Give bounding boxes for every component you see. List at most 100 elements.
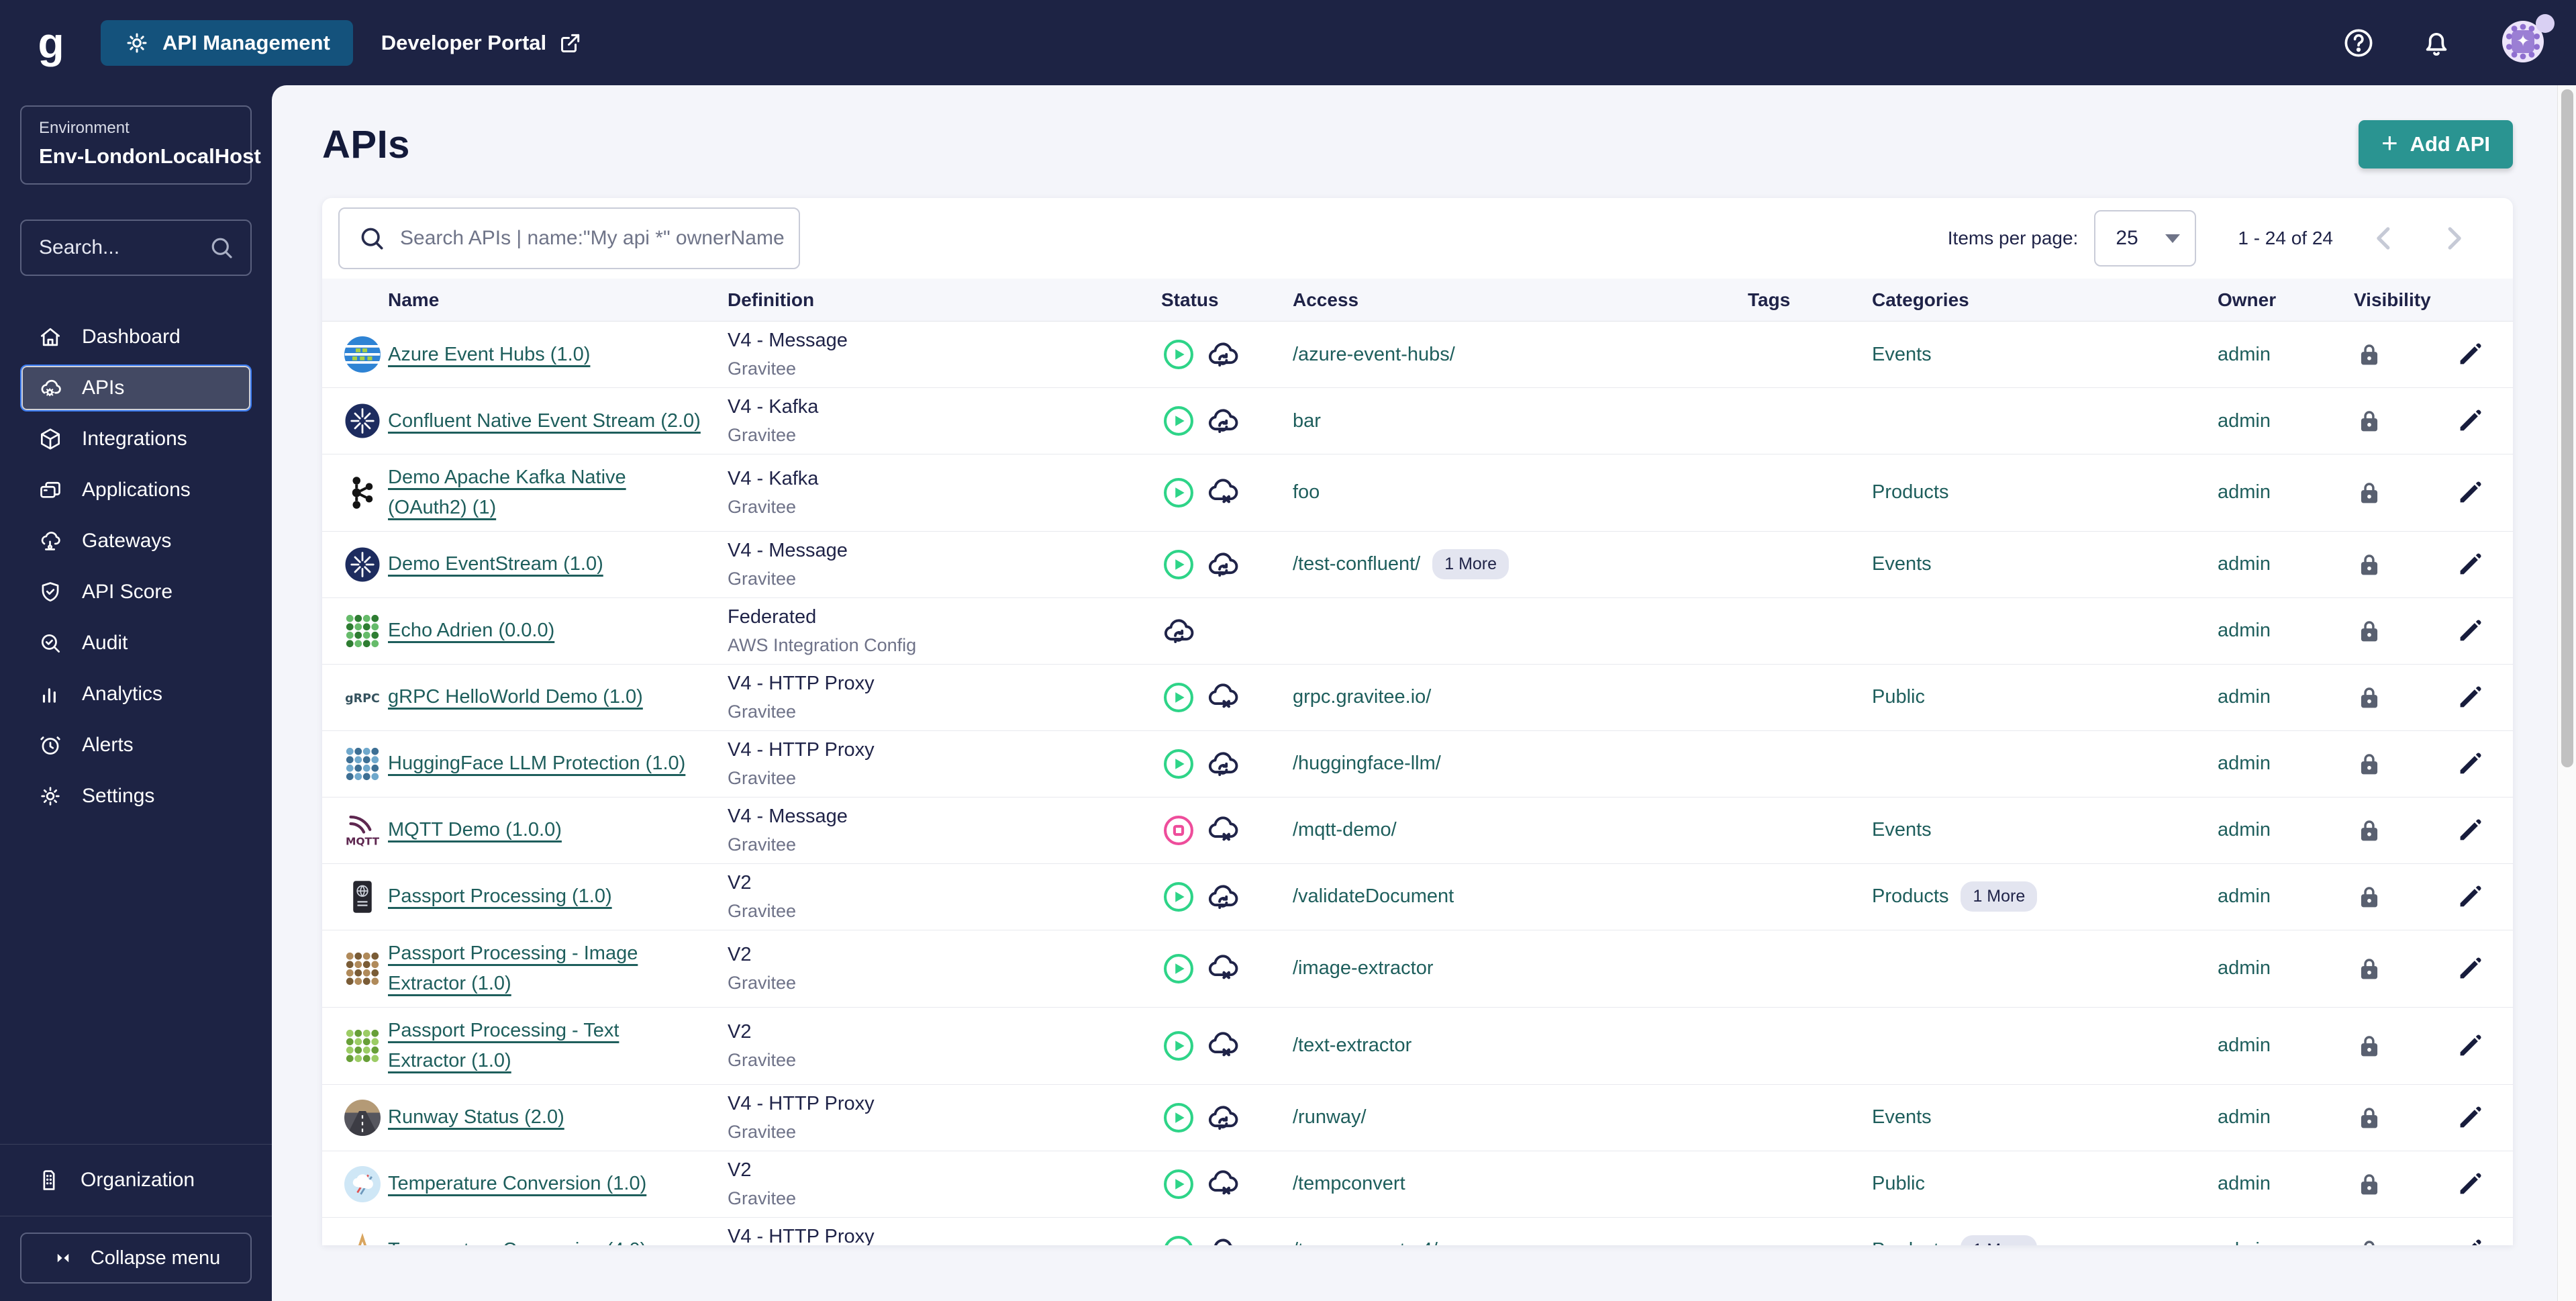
access-path: /image-extractor	[1293, 957, 1434, 979]
categories-more-badge: 1 More	[1961, 1235, 2038, 1245]
image-extractor-logo	[342, 949, 383, 989]
api-name-link[interactable]: Temperature Conversion (1.0)	[388, 1169, 673, 1199]
api-table-row[interactable]: Echo Adrien (0.0.0) Federated AWS Integrat…	[322, 597, 2513, 665]
sidebar-item-alerts[interactable]: Alerts	[20, 722, 252, 769]
edit-api-button[interactable]	[2455, 749, 2485, 779]
column-header-visibility[interactable]: Visibility	[2354, 289, 2455, 311]
column-header-access[interactable]: Access	[1293, 289, 1748, 311]
edit-api-button[interactable]	[2455, 1169, 2485, 1200]
sidebar-item-analytics[interactable]: Analytics	[20, 671, 252, 718]
categories-cell: Products	[1872, 481, 2218, 503]
sidebar-item-settings[interactable]: Settings	[20, 773, 252, 820]
column-header-tags[interactable]: Tags	[1748, 289, 1872, 311]
api-table-row[interactable]: Passport Processing - Image Extractor (1…	[322, 930, 2513, 1008]
api-name-link[interactable]: Confluent Native Event Stream (2.0)	[388, 406, 728, 436]
api-table-row[interactable]: Temperature Conversion (4.0) V4 - HTTP Pr…	[322, 1217, 2513, 1245]
api-table-row[interactable]: HuggingFace LLM Protection (1.0) V4 - HTT…	[322, 730, 2513, 798]
main-content: APIs + Add API Items per page: 25	[272, 85, 2576, 1301]
column-header-categories[interactable]: Categories	[1872, 289, 2218, 311]
owner-label: admin	[2218, 553, 2271, 575]
api-name-link[interactable]: Echo Adrien (0.0.0)	[388, 616, 581, 646]
pagination-controls: Items per page: 25 1 - 24 of 24	[1948, 210, 2473, 267]
api-management-tab[interactable]: API Management	[101, 19, 353, 66]
api-name-link[interactable]: Passport Processing (1.0)	[388, 881, 639, 912]
status-cell	[1161, 746, 1293, 781]
api-name-link[interactable]: MQTT Demo (1.0.0)	[388, 815, 589, 845]
sidebar-item-applications[interactable]: Applications	[20, 467, 252, 514]
api-table-row[interactable]: Passport Processing - Text Extractor (1.…	[322, 1007, 2513, 1085]
api-name-link[interactable]: Runway Status (2.0)	[388, 1102, 591, 1133]
column-header-definition[interactable]: Definition	[728, 289, 1161, 311]
column-header-name[interactable]: Name	[388, 289, 728, 311]
apis-search-input[interactable]	[400, 227, 785, 250]
api-name-link[interactable]: Azure Event Hubs (1.0)	[388, 340, 617, 370]
sidebar-item-apis[interactable]: APIs	[20, 365, 252, 412]
api-name-link[interactable]: Demo EventStream (1.0)	[388, 549, 630, 579]
cloud-synced-icon	[1205, 337, 1240, 372]
scrollbar-thumb[interactable]	[2561, 89, 2573, 767]
status-started-icon	[1161, 337, 1196, 372]
sidebar-item-label: Alerts	[82, 734, 134, 756]
api-name-link[interactable]: Passport Processing - Text Extractor (1.…	[388, 1016, 728, 1076]
sidebar-item-api-score[interactable]: API Score	[20, 569, 252, 616]
collapse-menu-button[interactable]: Collapse menu	[20, 1233, 252, 1284]
edit-api-button[interactable]	[2455, 682, 2485, 713]
help-button[interactable]	[2341, 26, 2376, 60]
edit-api-button[interactable]	[2455, 339, 2485, 370]
api-name-link[interactable]: gRPC HelloWorld Demo (1.0)	[388, 682, 670, 712]
sidebar-item-audit[interactable]: Audit	[20, 620, 252, 667]
api-name-link[interactable]: Demo Apache Kafka Native (OAuth2) (1)	[388, 463, 728, 523]
cloud-out-of-sync-icon	[1205, 680, 1240, 715]
cloud-synced-icon	[1205, 1233, 1240, 1245]
items-per-page-select[interactable]: 25	[2094, 210, 2197, 267]
owner-label: admin	[2218, 1106, 2271, 1128]
definition-origin: Gravitee	[728, 972, 797, 993]
sidebar-item-integrations[interactable]: Integrations	[20, 416, 252, 463]
sidebar-search-input[interactable]	[39, 236, 207, 259]
sidebar-item-dashboard[interactable]: Dashboard	[20, 314, 252, 360]
visibility-private-lock-icon	[2354, 682, 2385, 713]
access-path: /test-confluent/	[1293, 553, 1421, 575]
edit-api-button[interactable]	[2455, 953, 2485, 984]
column-header-owner[interactable]: Owner	[2218, 289, 2354, 311]
status-cell	[1161, 403, 1293, 438]
environment-selector[interactable]: Environment Env-LondonLocalHost	[20, 105, 287, 185]
api-table-row[interactable]: Temperature Conversion (1.0) V2 Gravitee/t…	[322, 1151, 2513, 1218]
add-api-button[interactable]: + Add API	[2359, 120, 2513, 168]
edit-api-button[interactable]	[2455, 1030, 2485, 1061]
api-table-row[interactable]: Confluent Native Event Stream (2.0) V4 - …	[322, 388, 2513, 454]
api-table-row[interactable]: MQTT MQTT Demo (1.0.0) V4 - Message Gravite…	[322, 797, 2513, 864]
previous-page-button[interactable]	[2365, 220, 2403, 257]
api-table-row[interactable]: Passport Processing (1.0) V2 Gravitee/vali…	[322, 863, 2513, 930]
sidebar-item-gateways[interactable]: Gateways	[20, 518, 252, 565]
api-table-row[interactable]: Demo Apache Kafka Native (OAuth2) (1) V4 …	[322, 454, 2513, 532]
next-page-button[interactable]	[2435, 220, 2473, 257]
api-name-link[interactable]: Passport Processing - Image Extractor (1…	[388, 938, 728, 999]
api-table-row[interactable]: Azure Event Hubs (1.0) V4 - Message Gravit…	[322, 322, 2513, 388]
api-name-link[interactable]: HuggingFace LLM Protection (1.0)	[388, 749, 712, 779]
edit-api-button[interactable]	[2455, 1102, 2485, 1133]
notifications-bell-button[interactable]	[2419, 26, 2454, 60]
edit-api-button[interactable]	[2455, 815, 2485, 846]
edit-api-button[interactable]	[2455, 477, 2485, 508]
user-avatar[interactable]: ✦	[2502, 13, 2555, 65]
api-table-row[interactable]: gRPC gRPC HelloWorld Demo (1.0) V4 - HTTP …	[322, 664, 2513, 731]
edit-api-button[interactable]	[2455, 616, 2485, 646]
developer-portal-link[interactable]: Developer Portal	[381, 30, 584, 56]
bar-chart-icon	[38, 681, 63, 707]
edit-api-button[interactable]	[2455, 881, 2485, 912]
status-cell	[1161, 1233, 1293, 1245]
divider	[0, 1144, 272, 1145]
api-table-row[interactable]: Runway Status (2.0) V4 - HTTP Proxy Gravit…	[322, 1084, 2513, 1151]
edit-api-button[interactable]	[2455, 405, 2485, 436]
cloud-synced-icon	[1161, 614, 1196, 648]
confluent-logo	[342, 401, 383, 441]
edit-api-button[interactable]	[2455, 549, 2485, 580]
api-name-link[interactable]: Temperature Conversion (4.0)	[388, 1235, 673, 1245]
status-started-icon	[1161, 680, 1196, 715]
pencil-icon	[2455, 409, 2485, 438]
edit-api-button[interactable]	[2455, 1235, 2485, 1245]
column-header-status[interactable]: Status	[1161, 289, 1293, 311]
sidebar-item-organization[interactable]: Organization	[20, 1157, 252, 1204]
api-table-row[interactable]: Demo EventStream (1.0) V4 - Message Gravit…	[322, 531, 2513, 598]
